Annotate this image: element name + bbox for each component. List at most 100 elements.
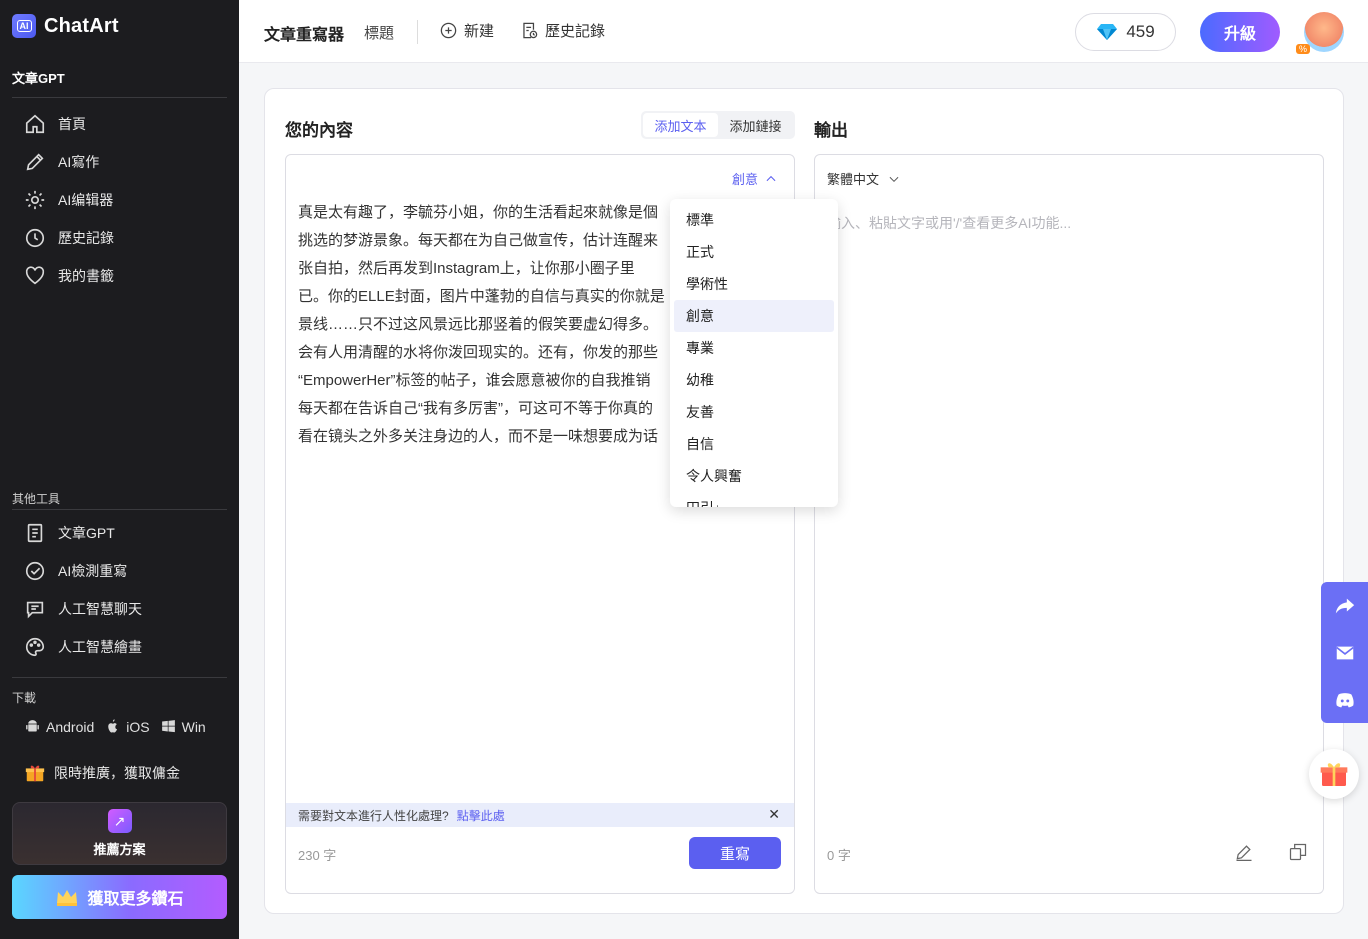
history-doc-icon <box>523 22 538 39</box>
tone-option[interactable]: 專業 <box>670 332 838 364</box>
sidebar-tool-articlegpt[interactable]: 文章GPT <box>24 521 115 545</box>
title-tab[interactable]: 標題 <box>364 22 394 43</box>
history-icon <box>25 228 45 248</box>
tone-option-selected[interactable]: 創意 <box>674 300 834 332</box>
tone-option[interactable]: 幼稚 <box>670 364 838 396</box>
tone-option[interactable]: 自信 <box>670 428 838 460</box>
plus-circle-icon <box>440 22 457 39</box>
affiliate-promo-link[interactable]: 限時推廣，獲取傭金 <box>24 762 180 784</box>
humanize-notice: 需要對文本進行人性化處理? 點擊此處 ✕ <box>286 803 794 827</box>
download-links: Android iOS Win <box>24 718 216 735</box>
input-text-content[interactable]: 真是太有趣了，李毓芬小姐，你的生活看起來就像是個 挑选的梦游景象。每天都在为自己… <box>298 199 670 459</box>
humanize-link[interactable]: 點擊此處 <box>457 807 505 824</box>
arrow-up-right-icon: ↗ <box>107 809 132 833</box>
sidebar-item-label: 首頁 <box>58 116 86 132</box>
tone-option[interactable]: 友善 <box>670 396 838 428</box>
tone-option-partial[interactable]: 田引↓ <box>670 492 838 507</box>
recommend-plan-button[interactable]: ↗ 推薦方案 <box>12 802 227 865</box>
output-placeholder: 輸入、粘貼文字或用'/'查看更多AI功能... <box>827 215 1072 231</box>
sidebar-item-ai-writing[interactable]: AI寫作 <box>24 150 99 174</box>
mail-icon[interactable] <box>1334 642 1356 664</box>
sidebar-tool-label: 人工智慧繪畫 <box>58 639 142 655</box>
section-title-download: 下載 <box>12 691 37 705</box>
section-title-tools: 其他工具 <box>12 492 61 506</box>
sidebar-item-label: 我的書籤 <box>58 268 114 284</box>
app-logo[interactable]: AI ChatArt <box>12 14 119 38</box>
new-button[interactable]: 新建 <box>439 20 494 41</box>
sidebar-item-history[interactable]: 歷史記錄 <box>24 226 114 250</box>
windows-icon <box>161 720 175 733</box>
share-icon[interactable] <box>1334 595 1356 617</box>
top-header: 文章重寫器 標題 新建 歷史記錄 459 升級 % <box>239 0 1368 63</box>
edit-icon[interactable] <box>1234 842 1254 862</box>
diamond-balance[interactable]: 459 <box>1075 13 1176 51</box>
chat-icon <box>26 601 44 619</box>
sidebar-item-label: AI编辑器 <box>58 192 114 208</box>
sidebar-item-bookmarks[interactable]: 我的書籤 <box>24 264 114 288</box>
sidebar-item-label: AI寫作 <box>58 154 100 170</box>
sidebar-tool-ai-chat[interactable]: 人工智慧聊天 <box>24 597 142 621</box>
divider <box>12 677 227 678</box>
input-panel-title: 您的內容 <box>285 121 353 140</box>
tab-add-link[interactable]: 添加鏈接 <box>718 113 793 137</box>
download-windows[interactable]: Win <box>160 718 206 735</box>
diamond-icon <box>1097 24 1118 40</box>
sidebar-item-ai-editor[interactable]: AI编辑器 <box>24 188 113 212</box>
download-ios[interactable]: iOS <box>104 718 150 735</box>
app-name: ChatArt <box>44 14 119 37</box>
pen-icon <box>26 153 44 171</box>
sidebar-tool-ai-painting[interactable]: 人工智慧繪畫 <box>24 635 142 659</box>
sidebar-item-label: 歷史記錄 <box>58 230 114 246</box>
get-more-diamonds-button[interactable]: 獲取更多鑽石 <box>12 875 227 919</box>
apple-icon <box>108 719 118 733</box>
logo-icon: AI <box>12 14 36 38</box>
divider <box>12 509 227 510</box>
rewrite-button[interactable]: 重寫 <box>689 837 781 869</box>
gift-icon <box>25 765 45 782</box>
section-title-articlegpt: 文章GPT <box>12 71 65 86</box>
sidebar: AI ChatArt 文章GPT 首頁 AI寫作 AI编辑器 歷史記錄 我的書籤… <box>0 0 239 939</box>
gift-icon <box>1320 763 1348 786</box>
tone-option[interactable]: 標準 <box>670 204 838 236</box>
page-title: 文章重寫器 <box>264 27 345 44</box>
chevron-up-icon <box>766 175 776 181</box>
input-source-toggle: 添加文本 添加鏈接 <box>641 111 795 139</box>
discount-badge: % <box>1296 44 1311 54</box>
tone-dropdown-menu: 標準 正式 學術性 創意 專業 幼稚 友善 自信 令人興奮 田引↓ <box>670 199 838 507</box>
heart-icon <box>25 266 45 285</box>
android-icon <box>26 720 39 732</box>
document-icon <box>27 523 43 543</box>
sidebar-tool-label: 人工智慧聊天 <box>58 601 142 617</box>
check-circle-icon <box>25 561 45 581</box>
palette-icon <box>26 637 45 657</box>
floating-action-bar <box>1321 582 1368 723</box>
crown-icon <box>57 890 78 906</box>
sidebar-tool-label: 文章GPT <box>58 525 115 541</box>
upgrade-button[interactable]: 升級 <box>1200 12 1280 52</box>
tone-option[interactable]: 令人興奮 <box>670 460 838 492</box>
output-area[interactable]: 繁體中文 輸入、粘貼文字或用'/'查看更多AI功能... 0 字 <box>814 154 1324 894</box>
chevron-down-icon <box>889 176 899 182</box>
divider <box>12 97 227 98</box>
sidebar-item-home[interactable]: 首頁 <box>24 112 86 136</box>
discord-icon[interactable] <box>1334 689 1356 711</box>
avatar[interactable]: % <box>1296 12 1344 54</box>
divider <box>417 20 418 44</box>
home-icon <box>25 114 45 134</box>
tone-option[interactable]: 學術性 <box>670 268 838 300</box>
language-select[interactable]: 繁體中文 <box>827 169 901 188</box>
gift-floating-button[interactable] <box>1309 749 1359 799</box>
download-android[interactable]: Android <box>24 718 94 735</box>
sidebar-tool-label: AI檢測重寫 <box>58 563 128 579</box>
output-panel-title: 輸出 <box>814 121 848 140</box>
copy-icon[interactable] <box>1288 842 1308 862</box>
input-char-count: 230 字 <box>298 848 337 863</box>
tone-option[interactable]: 正式 <box>670 236 838 268</box>
sidebar-tool-ai-detect[interactable]: AI檢測重寫 <box>24 559 127 583</box>
output-char-count: 0 字 <box>827 848 851 863</box>
tab-add-text[interactable]: 添加文本 <box>643 113 718 137</box>
tone-select[interactable]: 創意 <box>732 169 778 188</box>
history-button[interactable]: 歷史記錄 <box>520 20 605 41</box>
close-icon[interactable]: ✕ <box>768 806 780 823</box>
gear-icon <box>25 190 45 210</box>
